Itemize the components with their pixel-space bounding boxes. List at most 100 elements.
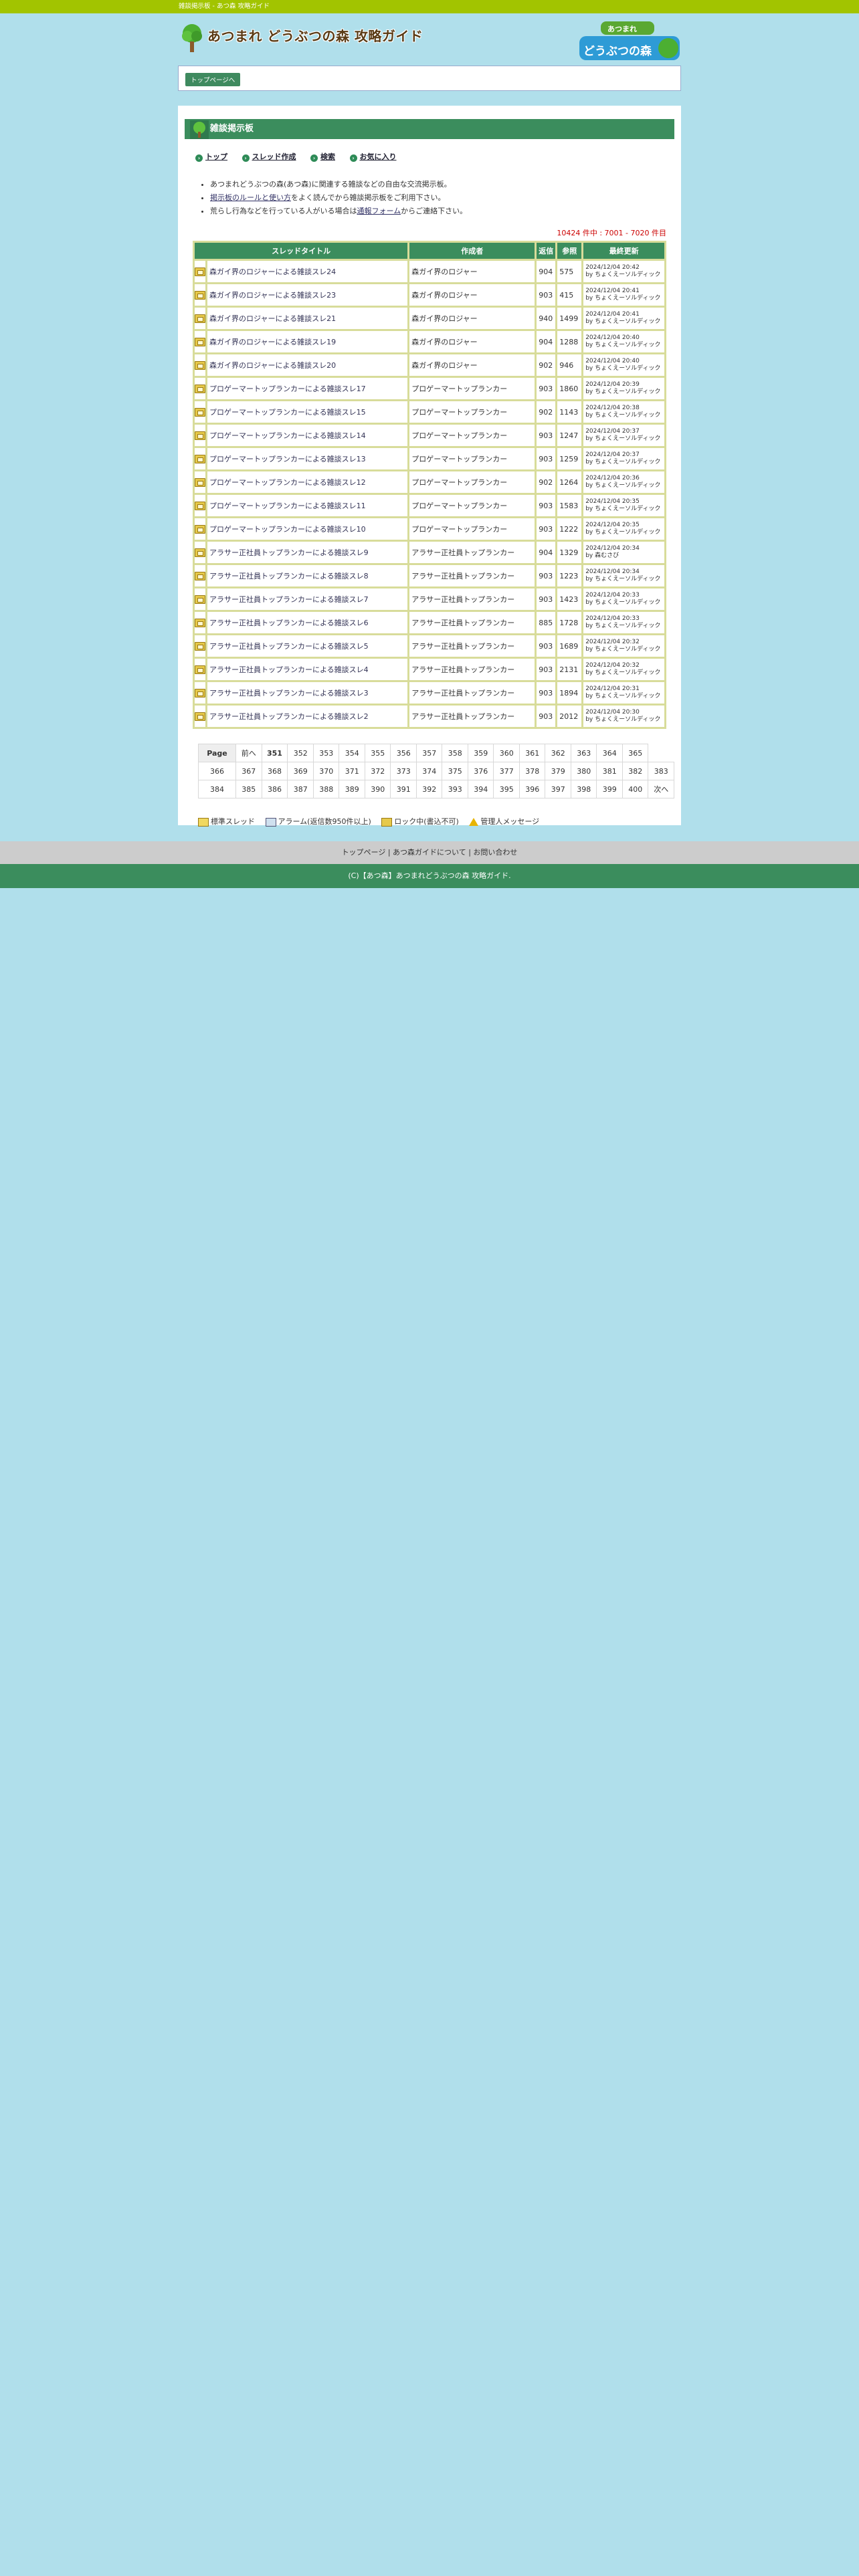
header-title: スレッドタイトル [195, 243, 408, 259]
update-date: 2024/12/04 20:35 [585, 522, 640, 528]
thread-title-link[interactable]: アラサー正社員トップランカーによる雑談スレ2 [207, 706, 408, 727]
update-by: by ちょくえーソルディック [585, 412, 661, 419]
thread-replies: 885 [537, 612, 556, 633]
pager-page[interactable]: 400 [622, 780, 649, 798]
site-title[interactable]: あつまれ どうぶつの森 攻略ガイド [207, 25, 423, 45]
pager-page[interactable]: 360 [493, 744, 520, 762]
top-page-button[interactable]: トップページへ [185, 73, 241, 86]
pager-page[interactable]: 353 [312, 744, 340, 762]
board-notes: あつまれどうぶつの森(あつ森)に関連する雑談などの自由な交流掲示板。 掲示板のル… [199, 178, 674, 218]
pager-page[interactable]: 393 [442, 780, 468, 798]
pager-page[interactable]: 364 [596, 744, 623, 762]
pager-page[interactable]: 370 [312, 762, 340, 780]
thread-title-link[interactable]: プロゲーマートップランカーによる雑談スレ14 [207, 425, 408, 446]
pager-prev[interactable]: 前へ [235, 744, 262, 762]
nav-search-link[interactable]: › 検索 [310, 151, 335, 162]
nav-top-link[interactable]: › トップ [195, 151, 227, 162]
thread-title-link[interactable]: アラサー正社員トップランカーによる雑談スレ7 [207, 588, 408, 610]
pager-page[interactable]: 394 [467, 780, 494, 798]
folder-icon [195, 337, 205, 346]
pager-page[interactable]: 369 [287, 762, 314, 780]
pager-page[interactable]: 363 [570, 744, 597, 762]
pager-page[interactable]: 376 [467, 762, 494, 780]
copyright: (C)【あつ森】あつまれどうぶつの森 攻略ガイド. [0, 864, 859, 888]
pager-page[interactable]: 367 [235, 762, 262, 780]
thread-title-link[interactable]: アラサー正社員トップランカーによる雑談スレ6 [207, 612, 408, 633]
pager-page[interactable]: 377 [493, 762, 520, 780]
pager-page[interactable]: 362 [545, 744, 571, 762]
pager-page[interactable]: 380 [570, 762, 597, 780]
pager-page[interactable]: 386 [261, 780, 288, 798]
pager-page[interactable]: 392 [415, 780, 443, 798]
pager-next[interactable]: 次へ [648, 780, 674, 798]
nav-favorites-link[interactable]: › お気に入り [349, 151, 397, 162]
pager-page[interactable]: 391 [390, 780, 417, 798]
update-date: 2024/12/04 20:32 [585, 662, 640, 669]
thread-title-link[interactable]: アラサー正社員トップランカーによる雑談スレ3 [207, 682, 408, 704]
pager-page[interactable]: 368 [261, 762, 288, 780]
pager-page[interactable]: 382 [622, 762, 649, 780]
tree-logo-icon[interactable] [181, 23, 203, 53]
thread-replies: 904 [537, 331, 556, 352]
thread-views: 1689 [557, 635, 582, 657]
pager-page[interactable]: 379 [545, 762, 571, 780]
thread-replies: 903 [537, 518, 556, 540]
thread-title-link[interactable]: アラサー正社員トップランカーによる雑談スレ9 [207, 542, 408, 563]
thread-title-link[interactable]: プロゲーマートップランカーによる雑談スレ13 [207, 448, 408, 469]
thread-title-link[interactable]: 森ガイ界のロジャーによる雑談スレ21 [207, 308, 408, 329]
thread-title-link[interactable]: プロゲーマートップランカーによる雑談スレ17 [207, 378, 408, 399]
nav-create-thread-link[interactable]: › スレッド作成 [242, 151, 296, 162]
pager-page[interactable]: 365 [622, 744, 649, 762]
pager-page[interactable]: 352 [287, 744, 314, 762]
thread-title-link[interactable]: アラサー正社員トップランカーによる雑談スレ5 [207, 635, 408, 657]
legend-locked: ロック中(書込不可) [381, 817, 459, 827]
pager-page[interactable]: 374 [415, 762, 443, 780]
thread-title-link[interactable]: アラサー正社員トップランカーによる雑談スレ4 [207, 659, 408, 680]
thread-title-link[interactable]: 森ガイ界のロジャーによる雑談スレ24 [207, 261, 408, 282]
pager-page[interactable]: 384 [197, 780, 237, 798]
pager-page[interactable]: 396 [518, 780, 546, 798]
pager-page[interactable]: 355 [364, 744, 391, 762]
pager-page[interactable]: 354 [339, 744, 365, 762]
pager-page[interactable]: 387 [287, 780, 314, 798]
pager-page[interactable]: 399 [596, 780, 623, 798]
arrow-icon: › [349, 154, 357, 162]
pager-page[interactable]: 398 [570, 780, 597, 798]
thread-title-link[interactable]: 森ガイ界のロジャーによる雑談スレ19 [207, 331, 408, 352]
pager-page[interactable]: 358 [442, 744, 468, 762]
thread-title-link[interactable]: プロゲーマートップランカーによる雑談スレ15 [207, 401, 408, 423]
update-date: 2024/12/04 20:34 [585, 568, 640, 575]
pager-page[interactable]: 372 [364, 762, 391, 780]
pager-page[interactable]: 361 [518, 744, 546, 762]
folder-icon [195, 360, 205, 370]
thread-title-link[interactable]: アラサー正社員トップランカーによる雑談スレ8 [207, 565, 408, 586]
update-by: by ちょくえーソルディック [585, 529, 661, 536]
pager-page[interactable]: 356 [390, 744, 417, 762]
pager-page[interactable]: 357 [415, 744, 443, 762]
pager-page[interactable]: 371 [339, 762, 365, 780]
legend-standard-label: 標準スレッド [211, 817, 255, 826]
thread-title-link[interactable]: プロゲーマートップランカーによる雑談スレ10 [207, 518, 408, 540]
thread-title-link[interactable]: 森ガイ界のロジャーによる雑談スレ20 [207, 354, 408, 376]
pager-page[interactable]: 375 [442, 762, 468, 780]
thread-title-link[interactable]: プロゲーマートップランカーによる雑談スレ11 [207, 495, 408, 516]
thread-title-link[interactable]: プロゲーマートップランカーによる雑談スレ12 [207, 471, 408, 493]
pager-page[interactable]: 395 [493, 780, 520, 798]
rules-link[interactable]: 掲示板のルールと使い方 [210, 193, 291, 202]
pager-page[interactable]: 390 [364, 780, 391, 798]
pager-page[interactable]: 389 [339, 780, 365, 798]
pager-page[interactable]: 383 [648, 762, 674, 780]
pager-page[interactable]: 385 [235, 780, 262, 798]
pager-page[interactable]: 366 [197, 762, 237, 780]
pager-page[interactable]: 388 [312, 780, 340, 798]
update-date: 2024/12/04 20:33 [585, 615, 640, 622]
pager-page[interactable]: 359 [467, 744, 494, 762]
pager-page[interactable]: 373 [390, 762, 417, 780]
brand-logo[interactable]: あつまれ どうぶつの森 [579, 21, 681, 62]
footer-nav[interactable]: トップページ | あつ森ガイドについて | お問い合わせ [0, 841, 859, 864]
pager-page[interactable]: 378 [518, 762, 546, 780]
pager-page[interactable]: 381 [596, 762, 623, 780]
report-form-link[interactable]: 通報フォーム [357, 207, 401, 215]
thread-title-link[interactable]: 森ガイ界のロジャーによる雑談スレ23 [207, 284, 408, 306]
pager-page[interactable]: 397 [545, 780, 571, 798]
